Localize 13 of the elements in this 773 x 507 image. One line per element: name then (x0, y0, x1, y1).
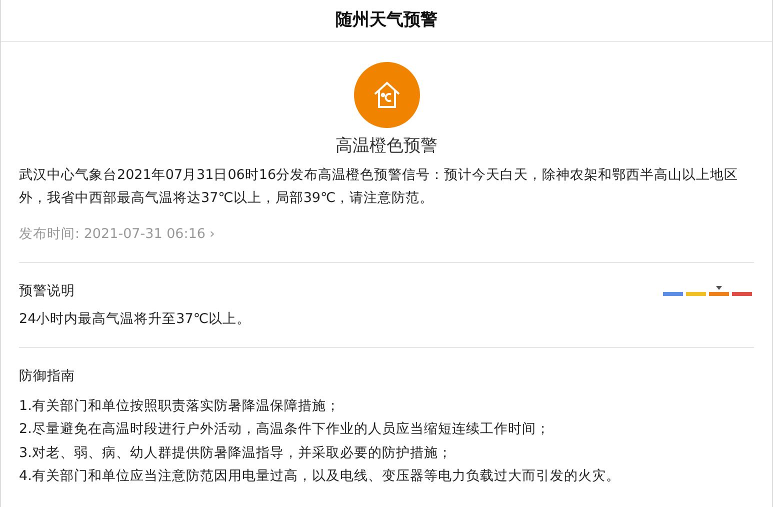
guide-item: 4.有关部门和单位应当注意防范因用电量过高，以及电线、变压器等电力负载过大而引发的火灾。 (19, 467, 621, 486)
alert-level: 高温橙色预警 (334, 135, 438, 158)
house-thermometer-icon (372, 80, 402, 110)
publish-time: 发布时间: 2021-07-31 06:16 (19, 224, 206, 244)
section-title: 防御指南 (19, 367, 76, 386)
guide-item: 1.有关部门和单位按照职责落实防暑降温保障措施； (19, 396, 341, 416)
description-text: 24小时内最高气温将升至37℃以上。 (19, 310, 252, 329)
chevron-icon[interactable]: › (210, 224, 215, 244)
guide-item: 3.对老、弱、病、幼人群提供防暑降温指导，并采取必要的防护措施； (19, 444, 453, 462)
alert-text: 武汉中心气象台2021年07月31日06时16分发布高温橙色预警信号：预计今天白天，除神农架和鄂西半高山以上地区外，我省中西部最高气温将达37℃以上，局部39℃，请注意防范。 (19, 166, 740, 208)
page-title: 随州天气预警 (336, 10, 438, 31)
section-title: 预警说明 (19, 282, 75, 301)
guide-item: 2.尽量避免在高温时段进行户外活动，高温条件下作业的人员应当缩短连续工作时间； (19, 420, 551, 439)
